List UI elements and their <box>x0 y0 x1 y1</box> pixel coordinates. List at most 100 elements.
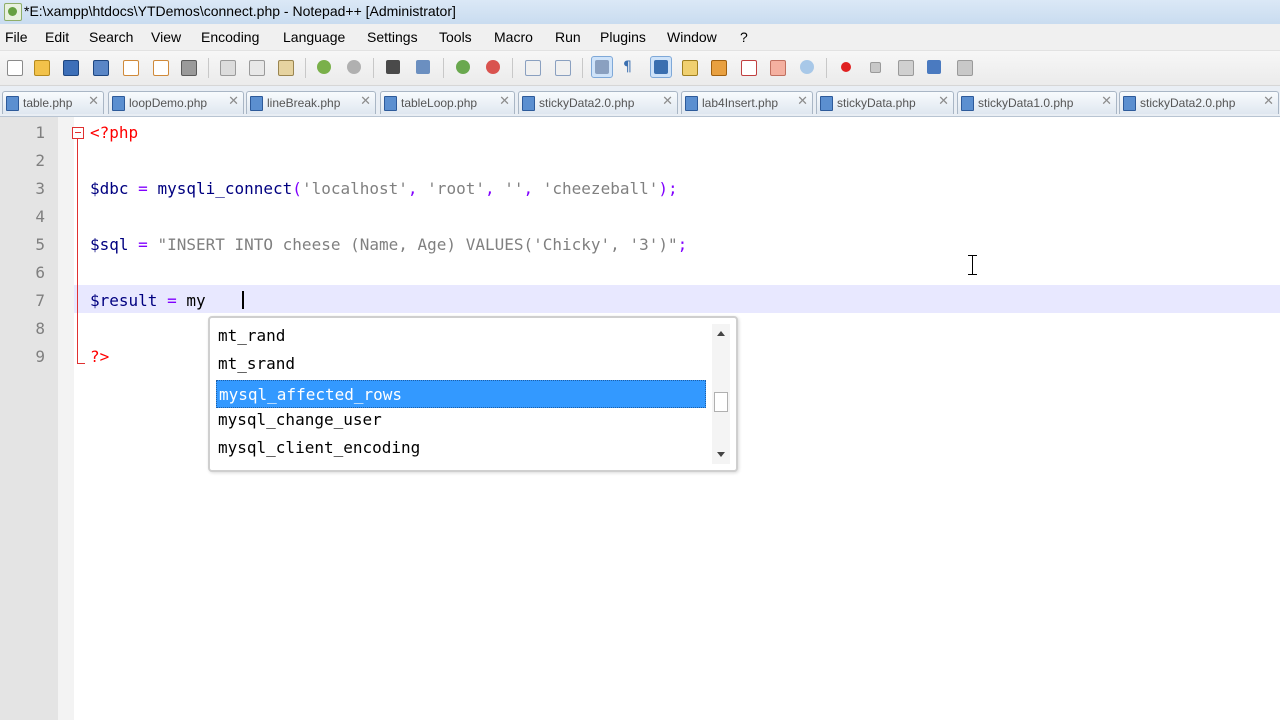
autocomplete-item-selected[interactable]: mysql_affected_rows <box>216 380 706 408</box>
file-icon <box>250 96 263 111</box>
paste-icon[interactable] <box>275 57 295 77</box>
record-macro-icon[interactable] <box>836 57 856 77</box>
line-number: 7 <box>35 291 45 310</box>
save-all-icon[interactable] <box>90 57 110 77</box>
code-line-3: $dbc = mysqli_connect('localhost', 'root… <box>90 179 678 198</box>
print-icon[interactable] <box>178 57 198 77</box>
autocomplete-item[interactable]: mt_rand <box>216 322 708 350</box>
folder-workspace-icon[interactable] <box>767 57 787 77</box>
doc-map-icon[interactable] <box>708 57 728 77</box>
open-file-icon[interactable] <box>31 57 51 77</box>
close-icon[interactable] <box>120 57 140 77</box>
play-macro-icon[interactable] <box>895 57 915 77</box>
scrollbar-thumb[interactable] <box>714 392 728 412</box>
close-tab-icon[interactable]: ✕ <box>797 94 808 109</box>
close-tab-icon[interactable]: ✕ <box>938 94 949 109</box>
zoom-in-icon[interactable] <box>453 57 473 77</box>
file-icon <box>961 96 974 111</box>
close-tab-icon[interactable]: ✕ <box>1101 94 1112 109</box>
toolbar: ¶ <box>0 51 1280 86</box>
tab-table-php[interactable]: table.php ✕ <box>2 91 104 114</box>
menu-language[interactable]: Language <box>283 29 345 45</box>
copy-icon[interactable] <box>246 57 266 77</box>
close-tab-icon[interactable]: ✕ <box>228 94 239 109</box>
close-tab-icon[interactable]: ✕ <box>88 94 99 109</box>
sync-horizontal-icon[interactable] <box>552 57 572 77</box>
file-icon <box>1123 96 1136 111</box>
close-all-icon[interactable] <box>150 57 170 77</box>
cut-icon[interactable] <box>217 57 237 77</box>
find-icon[interactable] <box>383 57 403 77</box>
line-number: 8 <box>35 319 45 338</box>
tab-lab4insert-php[interactable]: lab4Insert.php ✕ <box>681 91 813 114</box>
close-tab-icon[interactable]: ✕ <box>360 94 371 109</box>
autocomplete-popup: mt_rand mt_srand mysql_affected_rows mys… <box>208 316 738 472</box>
tab-stickydata1-php[interactable]: stickyData1.0.php ✕ <box>957 91 1117 114</box>
line-number: 3 <box>35 179 45 198</box>
undo-icon[interactable] <box>314 57 334 77</box>
menu-encoding[interactable]: Encoding <box>201 29 259 45</box>
code-line-1: <?php <box>90 123 139 142</box>
tab-label: table.php <box>23 96 73 110</box>
show-all-characters-icon[interactable]: ¶ <box>620 57 640 77</box>
tab-linebreak-php[interactable]: lineBreak.php ✕ <box>246 91 376 114</box>
code-line-9: ?> <box>90 347 110 366</box>
menu-tools[interactable]: Tools <box>439 29 472 45</box>
scroll-down-arrow-icon[interactable] <box>717 452 725 457</box>
menu-search[interactable]: Search <box>89 29 133 45</box>
code-line-7: $result = my <box>90 291 206 310</box>
line-number: 5 <box>35 235 45 254</box>
scroll-up-arrow-icon[interactable] <box>717 331 725 336</box>
menu-file[interactable]: File <box>5 29 28 45</box>
menu-macro[interactable]: Macro <box>494 29 533 45</box>
autocomplete-scrollbar[interactable] <box>712 324 730 464</box>
fold-toggle-icon[interactable] <box>72 127 84 139</box>
autocomplete-item[interactable]: mysql_client_encoding <box>216 434 708 462</box>
menu-settings[interactable]: Settings <box>367 29 418 45</box>
tab-stickydata-php[interactable]: stickyData.php ✕ <box>816 91 954 114</box>
indent-guide-icon[interactable] <box>650 56 672 78</box>
close-tab-icon[interactable]: ✕ <box>1263 94 1274 109</box>
menu-edit[interactable]: Edit <box>45 29 69 45</box>
close-tab-icon[interactable]: ✕ <box>662 94 673 109</box>
redo-icon[interactable] <box>344 57 364 77</box>
menu-view[interactable]: View <box>151 29 181 45</box>
save-icon[interactable] <box>60 57 80 77</box>
menu-help[interactable]: ? <box>740 29 748 45</box>
tab-label: loopDemo.php <box>129 96 208 110</box>
save-macro-icon[interactable] <box>954 57 974 77</box>
file-icon <box>112 96 125 111</box>
zoom-out-icon[interactable] <box>483 57 503 77</box>
tab-label: stickyData1.0.php <box>978 96 1074 110</box>
function-list-icon[interactable] <box>738 57 758 77</box>
window-title: *E:\xampp\htdocs\YTDemos\connect.php - N… <box>24 3 456 19</box>
notepad-plus-plus-icon <box>4 3 22 21</box>
run-macro-multiple-icon[interactable] <box>924 57 944 77</box>
new-file-icon[interactable] <box>4 57 24 77</box>
menu-run[interactable]: Run <box>555 29 581 45</box>
sync-vertical-icon[interactable] <box>522 57 542 77</box>
word-wrap-icon[interactable] <box>591 56 613 78</box>
autocomplete-item[interactable]: mt_srand <box>216 350 708 378</box>
user-define-language-icon[interactable] <box>679 57 699 77</box>
file-icon <box>384 96 397 111</box>
ibeam-cursor-icon <box>968 254 978 276</box>
tab-stickydata2-php-2[interactable]: stickyData2.0.php ✕ <box>1119 91 1279 114</box>
stop-recording-icon[interactable] <box>865 57 885 77</box>
tab-label: stickyData2.0.php <box>539 96 635 110</box>
tab-loopdemo-php[interactable]: loopDemo.php ✕ <box>108 91 244 114</box>
menu-plugins[interactable]: Plugins <box>600 29 646 45</box>
monitoring-icon[interactable] <box>797 57 817 77</box>
line-number: 6 <box>35 263 45 282</box>
tab-label: lineBreak.php <box>267 96 341 110</box>
autocomplete-item[interactable]: mysql_change_user <box>216 406 708 434</box>
tab-stickydata2-php[interactable]: stickyData2.0.php ✕ <box>518 91 678 114</box>
tab-label: stickyData.php <box>837 96 916 110</box>
file-icon <box>522 96 535 111</box>
line-number: 4 <box>35 207 45 226</box>
tab-tableloop-php[interactable]: tableLoop.php ✕ <box>380 91 515 114</box>
replace-icon[interactable] <box>413 57 433 77</box>
menu-window[interactable]: Window <box>667 29 717 45</box>
close-tab-icon[interactable]: ✕ <box>499 94 510 109</box>
file-icon <box>6 96 19 111</box>
